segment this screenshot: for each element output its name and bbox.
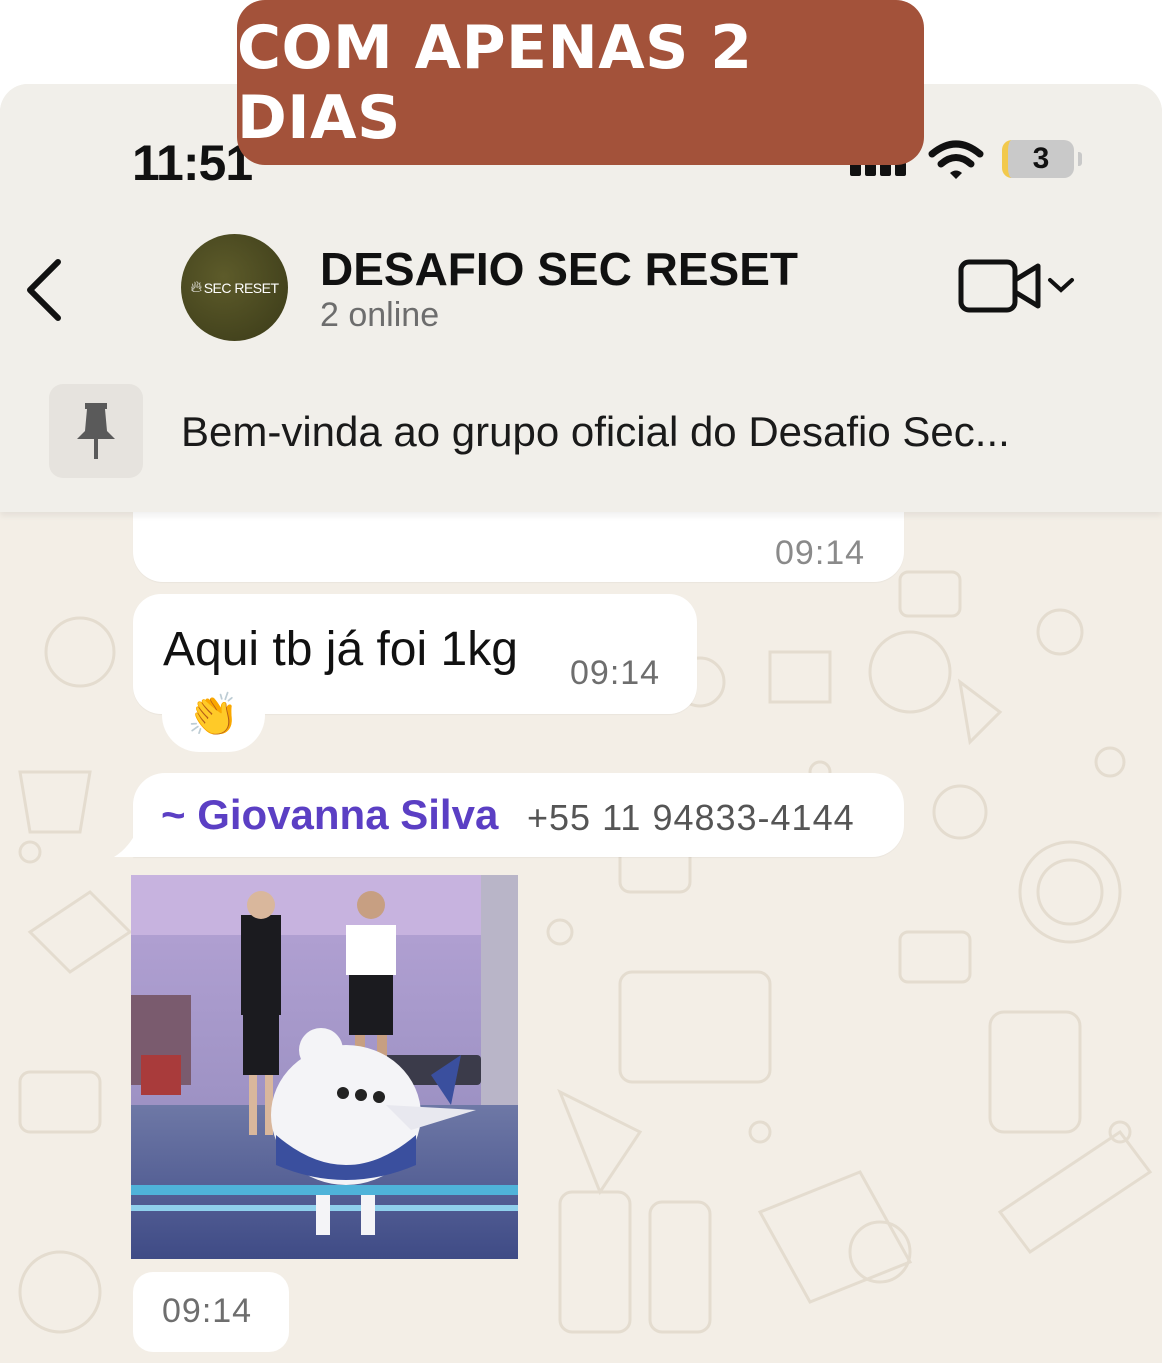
group-title[interactable]: DESAFIO SEC RESET <box>320 242 798 296</box>
group-avatar[interactable]: 🔥︎ SEC RESET <box>181 234 288 341</box>
pinned-message-bar[interactable]: Bem-vinda ao grupo oficial do Desafio Se… <box>0 384 1162 512</box>
phone-screen: 09:14 Aqui tb já foi 1kg 09:14 👏 ~ Giova… <box>0 84 1162 1363</box>
group-online-status: 2 online <box>320 296 440 334</box>
wifi-icon <box>928 140 984 179</box>
back-chevron-icon[interactable] <box>22 254 72 324</box>
pin-icon-box <box>49 384 143 478</box>
sender-phone: +55 11 94833-4144 <box>527 797 855 838</box>
gif-image <box>131 875 518 1259</box>
battery-icon: 3 <box>1002 140 1074 178</box>
message-text: Aqui tb já foi 1kg <box>163 623 518 676</box>
message-time: 09:14 <box>570 654 661 692</box>
bubble-tail <box>114 829 138 857</box>
clapping-hands-emoji: 👏 <box>187 690 240 738</box>
media-message-header[interactable]: ~ Giovanna Silva +55 11 94833-4144 <box>133 773 904 857</box>
battery-tip <box>1078 152 1082 166</box>
pinned-message-text: Bem-vinda ao grupo oficial do Desafio Se… <box>181 408 1010 455</box>
promo-banner-text: COM APENAS 2 DIAS <box>237 12 753 153</box>
media-time-chip: 09:14 <box>133 1272 289 1352</box>
chevron-down-icon <box>1048 278 1074 293</box>
media-gif[interactable] <box>131 875 518 1259</box>
flame-icon: 🔥︎ <box>190 278 202 296</box>
status-time: 11:51 <box>132 135 253 191</box>
promo-banner: COM APENAS 2 DIAS <box>237 0 924 165</box>
pin-icon <box>77 403 115 459</box>
video-call-button[interactable] <box>958 256 1078 316</box>
sender-name[interactable]: ~ Giovanna Silva <box>161 791 498 839</box>
battery-level: 3 <box>1032 142 1050 175</box>
message-reaction[interactable]: 👏 <box>162 678 265 752</box>
previous-message-time: 09:14 <box>775 534 866 572</box>
avatar-text: SEC RESET <box>203 279 279 296</box>
video-camera-icon <box>958 259 1041 313</box>
media-message-time: 09:14 <box>162 1292 253 1330</box>
